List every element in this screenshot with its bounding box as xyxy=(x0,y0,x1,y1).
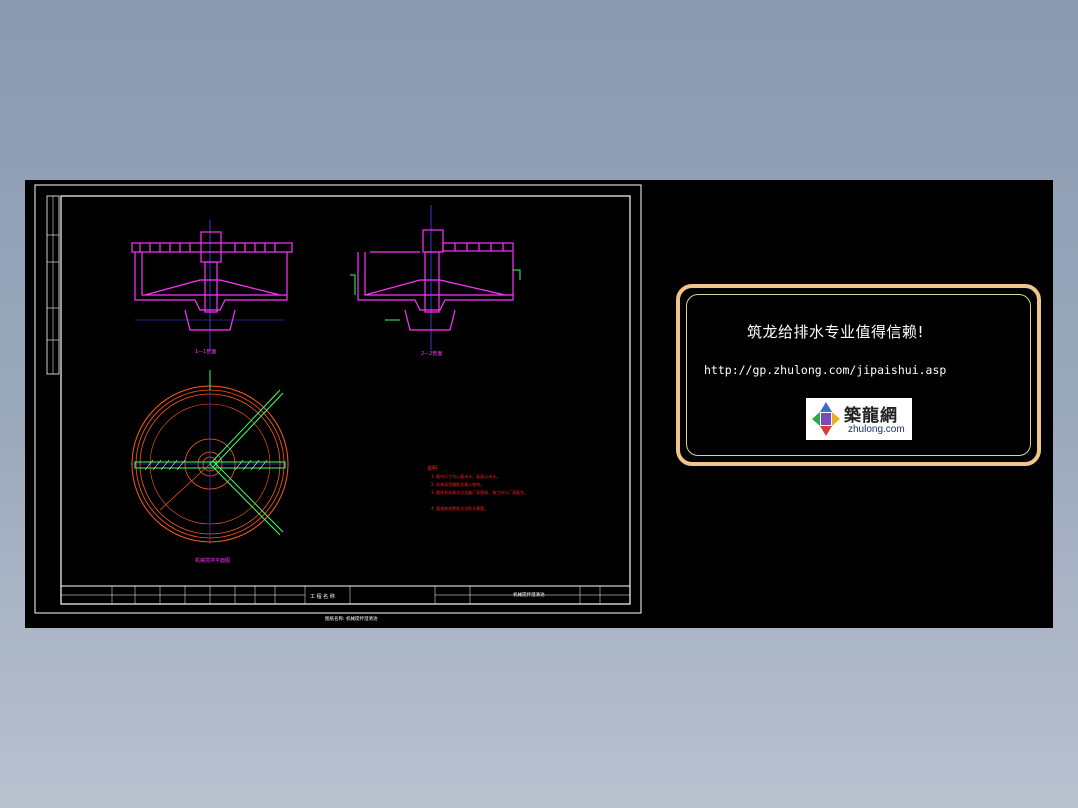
logo-english-text: zhulong.com xyxy=(848,424,905,435)
cad-viewport[interactable]: 工 程 名 称 机械搅拌澄清池 图纸名称: 机械搅拌澄清池 1—1剖面 2—2剖… xyxy=(25,180,1053,628)
note-line: 1. 图中尺寸均以毫米计，标高以米计。 xyxy=(431,473,500,479)
note-line: 2. 池体采用钢筋混凝土结构。 xyxy=(431,481,484,487)
zhulong-logo[interactable]: 築龍網 zhulong.com xyxy=(806,398,912,440)
promo-panel: 筑龙给排水专业值得信赖! http://gp.zhulong.com/jipai… xyxy=(676,284,1041,466)
section-2-2 xyxy=(357,205,514,350)
title-block-drawing-title: 机械搅拌澄清池 xyxy=(513,591,545,598)
logo-mark-icon xyxy=(812,402,840,436)
title-block-project: 工 程 名 称 xyxy=(310,593,335,600)
section-1-1-label: 1—1剖面 xyxy=(195,348,216,355)
notes-block: 说明 1. 图中尺寸均以毫米计，标高以米计。 2. 池体采用钢筋混凝土结构。 3… xyxy=(427,465,528,511)
plan-view-label: 机械搅拌平面图 xyxy=(195,557,230,564)
section-2-2-label: 2—2剖面 xyxy=(421,350,442,357)
promo-title: 筑龙给排水专业值得信赖! xyxy=(747,323,925,341)
note-line: 4. 管道穿池壁处均设防水套管。 xyxy=(431,505,488,511)
plan-view xyxy=(130,370,290,544)
promo-url[interactable]: http://gp.zhulong.com/jipaishui.asp xyxy=(704,363,946,377)
section-1-1 xyxy=(131,220,293,350)
logo-chinese-text: 築龍網 xyxy=(844,406,898,426)
promo-inner-border: 筑龙给排水专业值得信赖! http://gp.zhulong.com/jipai… xyxy=(686,294,1031,456)
sheet-frame-outer xyxy=(34,184,642,614)
note-line: 3. 搅拌机安装详见设备厂家图纸，施工时与厂家配合。 xyxy=(431,489,528,495)
sheet-caption: 图纸名称: 机械搅拌澄清池 xyxy=(325,615,378,622)
title-block xyxy=(60,585,631,605)
notes-title: 说明 xyxy=(427,465,437,472)
sheet-frame-inner xyxy=(60,195,631,605)
